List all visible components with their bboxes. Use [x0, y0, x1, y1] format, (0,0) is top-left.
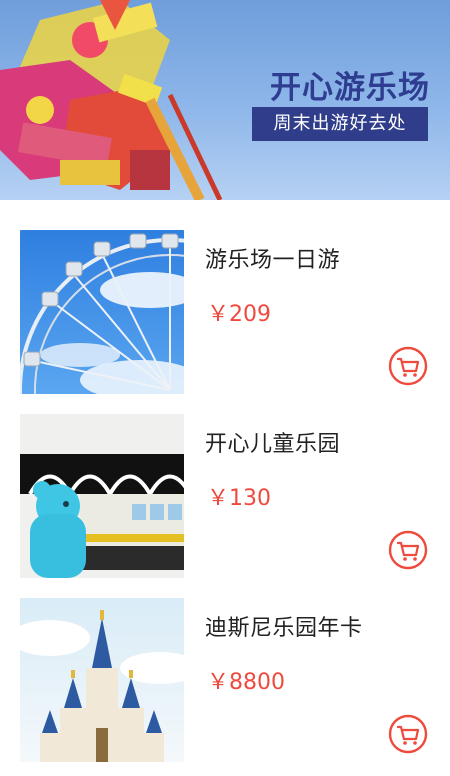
banner-title: 开心游乐场: [270, 70, 430, 106]
product-thumbnail-ferris-wheel[interactable]: [20, 230, 184, 394]
product-title[interactable]: 开心儿童乐园: [205, 426, 340, 458]
product-title[interactable]: 游乐场一日游: [205, 242, 340, 274]
product-price: ￥8800: [207, 670, 285, 695]
product-item[interactable]: 游乐场一日游 ￥209: [0, 200, 450, 394]
add-to-cart-button[interactable]: [388, 530, 428, 570]
add-to-cart-button[interactable]: [388, 714, 428, 754]
product-price: ￥209: [207, 302, 271, 327]
cart-icon: [388, 714, 428, 754]
product-item[interactable]: 迪斯尼乐园年卡 ￥8800: [0, 568, 450, 762]
cart-icon: [388, 530, 428, 570]
product-list: 游乐场一日游 ￥209 开心儿童乐园 ￥130 迪斯尼乐园年卡 ￥8800: [0, 200, 450, 762]
product-price: ￥130: [207, 486, 271, 511]
hero-banner[interactable]: 开心游乐场 周末出游好去处: [0, 0, 450, 200]
product-thumbnail-castle[interactable]: [20, 598, 184, 762]
banner-subtitle: 周末出游好去处: [252, 107, 428, 141]
product-item[interactable]: 开心儿童乐园 ￥130: [0, 384, 450, 578]
product-title[interactable]: 迪斯尼乐园年卡: [205, 610, 363, 642]
add-to-cart-button[interactable]: [388, 346, 428, 386]
cart-icon: [388, 346, 428, 386]
product-thumbnail-kids-park[interactable]: [20, 414, 184, 578]
